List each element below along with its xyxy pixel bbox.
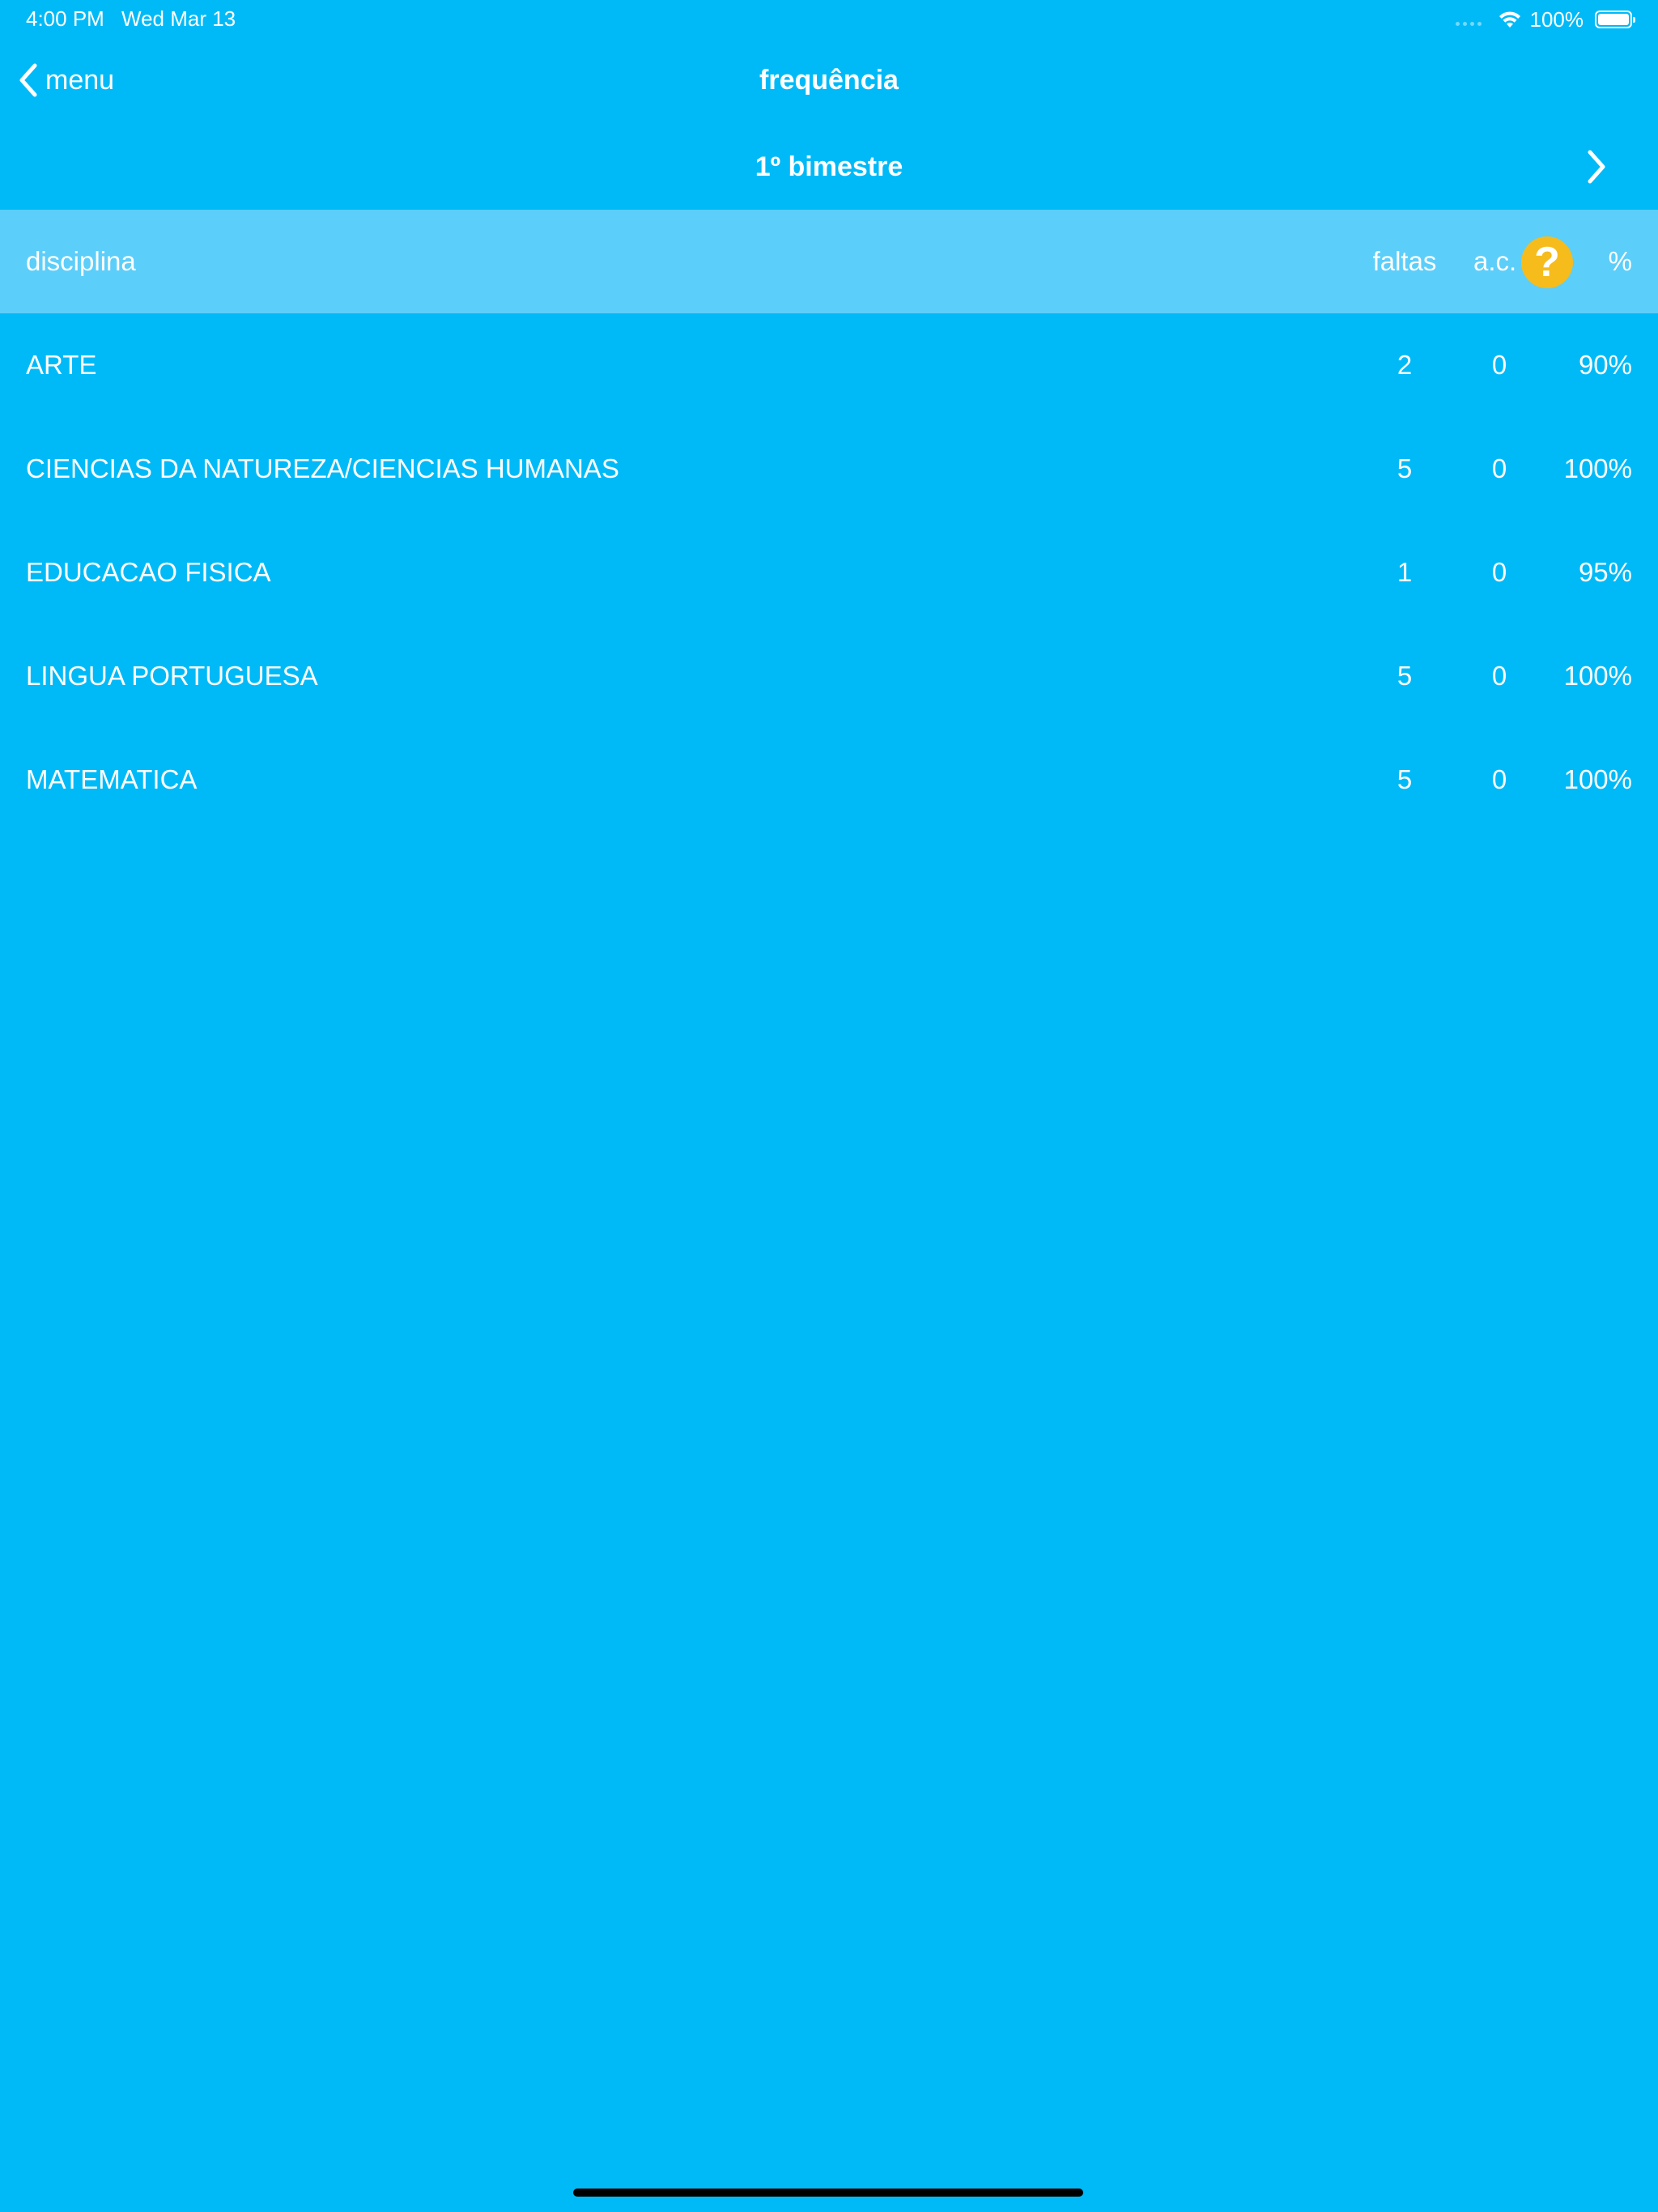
header-faltas: faltas	[1372, 246, 1437, 276]
status-time: 4:00 PM	[26, 6, 104, 31]
table-row[interactable]: MATEMATICA 5 0 100%	[0, 728, 1658, 832]
row-percentage: 90%	[1578, 350, 1632, 380]
table-row[interactable]: EDUCACAO FISICA 1 0 95%	[0, 521, 1658, 624]
row-disciplina: CIENCIAS DA NATUREZA/CIENCIAS HUMANAS	[26, 453, 619, 483]
row-percentage: 100%	[1563, 661, 1632, 691]
row-disciplina: ARTE	[26, 350, 97, 380]
wifi-icon	[1499, 11, 1520, 28]
chevron-left-icon	[19, 63, 37, 97]
header-disciplina: disciplina	[26, 246, 136, 276]
row-percentage: 100%	[1563, 764, 1632, 794]
battery-percentage: 100%	[1529, 6, 1584, 32]
header-percentage: %	[1608, 246, 1632, 276]
attendance-table: ARTE 2 0 90% CIENCIAS DA NATUREZA/CIENCI…	[0, 313, 1658, 832]
chevron-right-icon	[1588, 150, 1605, 184]
row-disciplina: MATEMATICA	[26, 764, 198, 794]
page-title: frequência	[759, 65, 899, 96]
status-date: Wed Mar 13	[121, 6, 236, 31]
back-button-label: menu	[45, 64, 115, 96]
battery-icon	[1595, 11, 1635, 28]
table-row[interactable]: LINGUA PORTUGUESA 5 0 100%	[0, 624, 1658, 728]
period-title: 1º bimestre	[755, 151, 903, 182]
status-indicators: 100%	[1455, 5, 1635, 34]
row-disciplina: LINGUA PORTUGUESA	[26, 661, 318, 691]
home-indicator[interactable]	[573, 2189, 1083, 2197]
row-disciplina: EDUCACAO FISICA	[26, 557, 271, 587]
back-button[interactable]: menu	[18, 58, 114, 102]
next-period-button[interactable]	[1577, 144, 1616, 189]
row-percentage: 100%	[1563, 453, 1632, 483]
table-header: disciplina faltas a.c. ? %	[0, 210, 1658, 313]
table-row[interactable]: CIENCIAS DA NATUREZA/CIENCIAS HUMANAS 5 …	[0, 417, 1658, 521]
table-row[interactable]: ARTE 2 0 90%	[0, 313, 1658, 417]
header-ac: a.c.	[1473, 246, 1517, 276]
row-percentage: 95%	[1578, 557, 1632, 587]
status-bar: 4:00 PM Wed Mar 13 100%	[0, 0, 1658, 39]
cellular-dots-icon	[1455, 21, 1482, 26]
